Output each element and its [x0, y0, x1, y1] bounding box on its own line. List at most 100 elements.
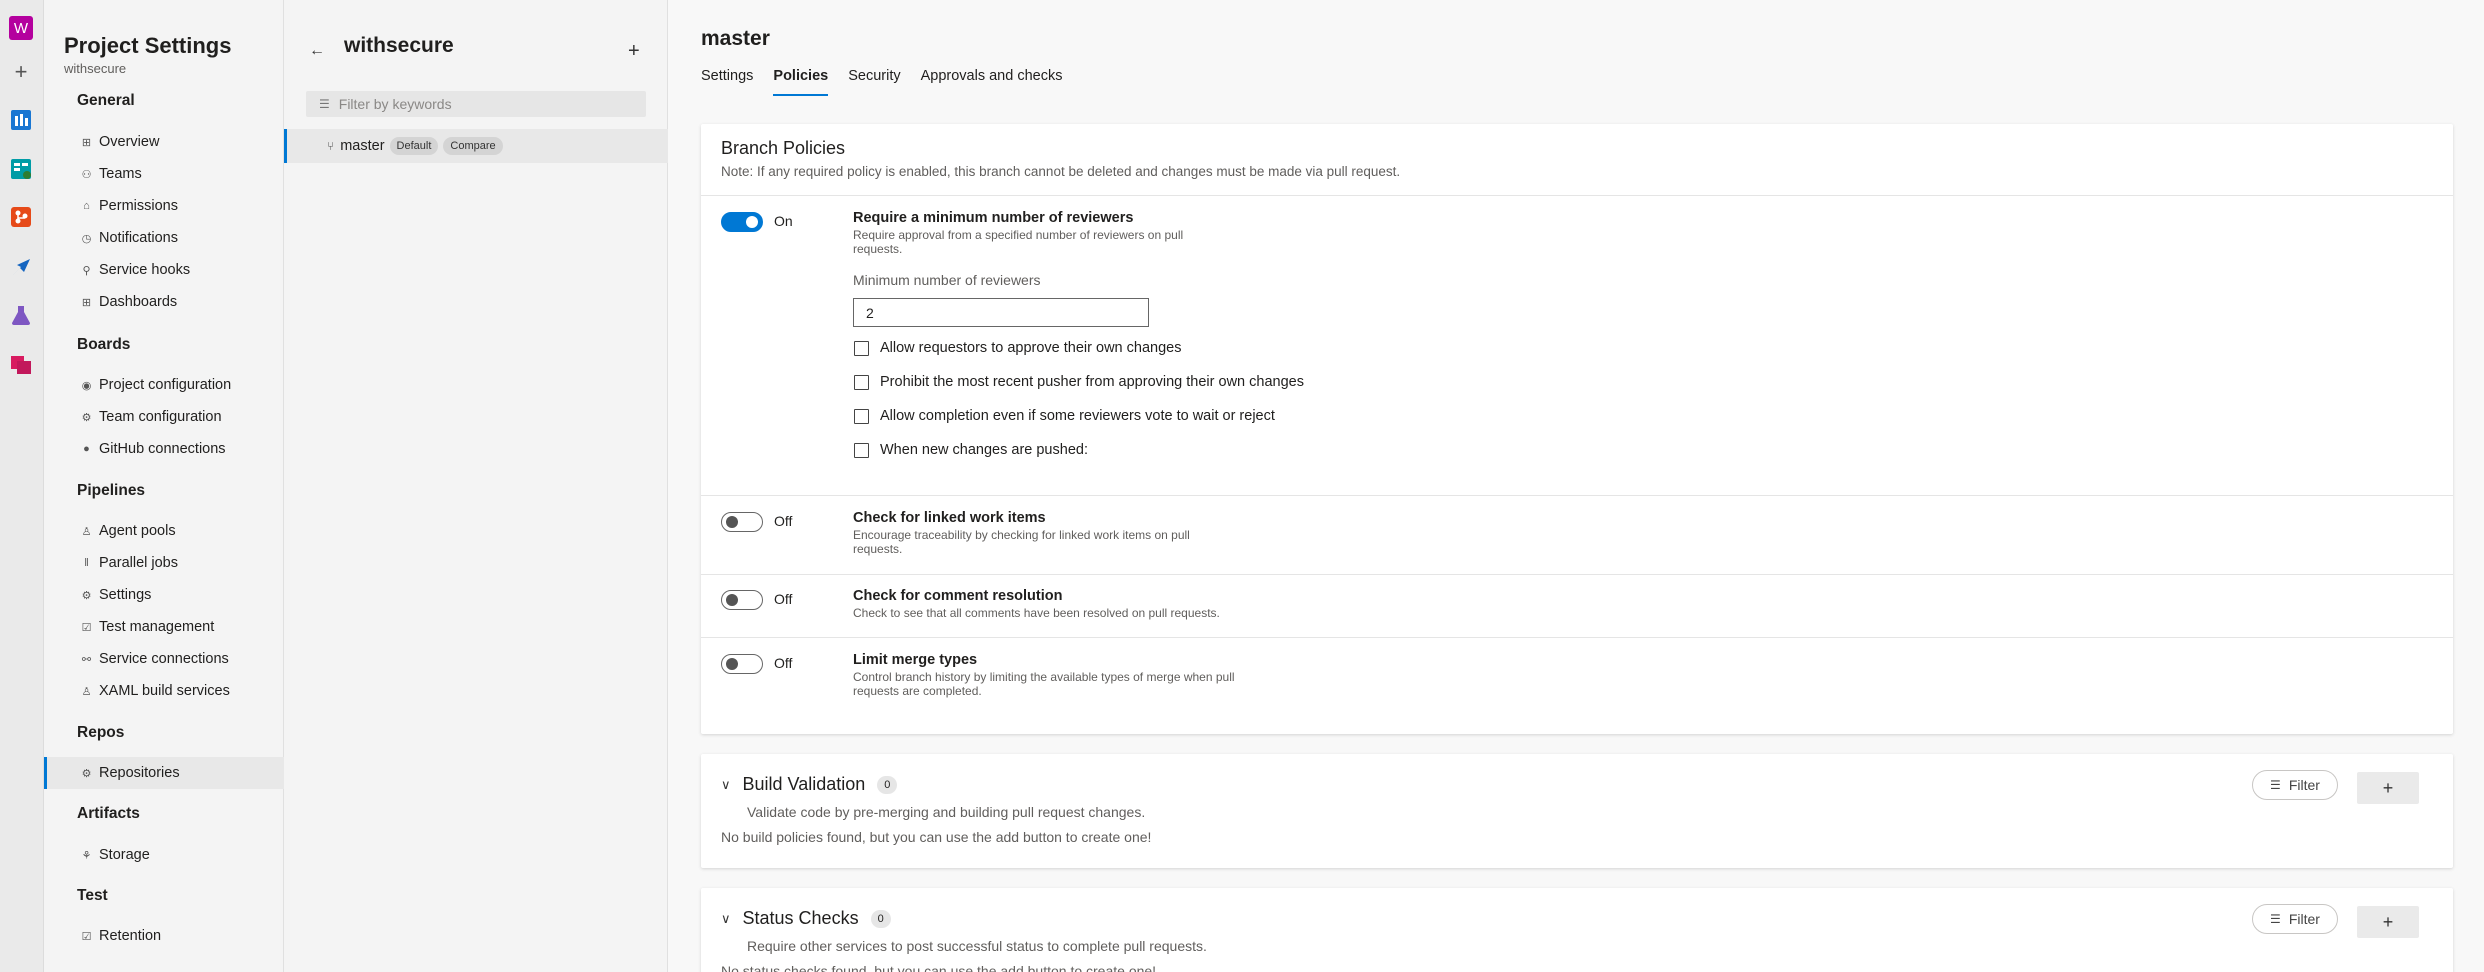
filter-icon: ☰	[2270, 778, 2281, 792]
overview-icon[interactable]	[9, 108, 33, 132]
status-checks-card: ∨ Status Checks 0 Require other services…	[701, 888, 2453, 972]
test-icon: ☑	[81, 621, 92, 634]
add-status-check-button[interactable]: +	[2357, 906, 2419, 938]
merge-types-state: Off	[774, 655, 793, 671]
linked-work-items-title: Check for linked work items	[853, 510, 1046, 526]
section-artifacts: Artifacts	[77, 805, 140, 822]
nav-item-service-connections[interactable]: ⚯ Service connections	[44, 643, 284, 675]
comment-resolution-state: Off	[774, 591, 793, 607]
dashboard-icon: ⊞	[81, 296, 92, 309]
retention-icon: ☑	[81, 930, 92, 943]
status-checks-header[interactable]: ∨ Status Checks 0	[721, 908, 891, 929]
min-reviewers-count-input[interactable]: 2	[853, 298, 1149, 327]
min-reviewers-desc: Require approval from a specified number…	[853, 228, 1184, 256]
branch-icon: ⑂	[327, 139, 335, 153]
comment-resolution-toggle[interactable]	[721, 590, 763, 610]
build-validation-filter-button[interactable]: ☰ Filter	[2252, 770, 2338, 800]
build-validation-desc: Validate code by pre-merging and buildin…	[747, 804, 1146, 820]
nav-item-retention[interactable]: ☑ Retention	[44, 920, 284, 952]
divider	[701, 637, 2453, 638]
org-avatar[interactable]: W	[9, 16, 33, 40]
repos-icon[interactable]	[9, 205, 33, 229]
allow-self-approve-checkbox[interactable]: Allow requestors to approve their own ch…	[853, 340, 1181, 356]
branch-filter-input[interactable]: ☰ Filter by keywords	[306, 91, 646, 117]
merge-types-toggle[interactable]	[721, 654, 763, 674]
allow-completion-checkbox[interactable]: Allow completion even if some reviewers …	[853, 408, 1275, 424]
back-arrow-icon[interactable]: ←	[309, 42, 325, 60]
branch-row-master[interactable]: ⑂ master Default Compare	[284, 129, 668, 163]
comment-resolution-desc: Check to see that all comments have been…	[853, 606, 1220, 620]
nav-item-xaml-build-services[interactable]: ♙ XAML build services	[44, 675, 284, 707]
nav-item-github-connections[interactable]: ● GitHub connections	[44, 433, 284, 465]
merge-types-title: Limit merge types	[853, 652, 978, 668]
branch-policies-note: Note: If any required policy is enabled,…	[721, 164, 1401, 179]
project-name: withsecure	[64, 61, 127, 76]
notification-icon: ◷	[81, 232, 92, 245]
nav-item-overview[interactable]: ⊞ Overview	[44, 126, 284, 158]
config-icon: ◉	[81, 379, 92, 392]
default-badge: Default	[389, 137, 439, 155]
section-repos: Repos	[77, 724, 125, 741]
divider	[701, 574, 2453, 575]
project-settings-nav: Project Settings withsecure General ⊞ Ove…	[44, 0, 284, 972]
compare-badge[interactable]: Compare	[443, 137, 503, 155]
nav-item-project-configuration[interactable]: ◉ Project configuration	[44, 369, 284, 401]
add-branch-button[interactable]: +	[628, 40, 640, 63]
teams-icon: ⚇	[81, 168, 92, 181]
pipelines-icon[interactable]	[9, 255, 33, 279]
comment-resolution-title: Check for comment resolution	[853, 588, 1063, 604]
linked-work-items-desc: Encourage traceability by checking for l…	[853, 528, 1190, 556]
team-config-icon: ⚙	[81, 411, 92, 424]
nav-item-agent-pools[interactable]: ♙ Agent pools	[44, 515, 284, 547]
nav-item-teams[interactable]: ⚇ Teams	[44, 158, 284, 190]
prohibit-pusher-approve-checkbox[interactable]: Prohibit the most recent pusher from app…	[853, 374, 1304, 390]
grid-icon: ⊞	[81, 136, 92, 149]
repository-pane: ← withsecure + ☰ Filter by keywords ⑂ ma…	[284, 0, 668, 972]
section-pipelines: Pipelines	[77, 482, 146, 499]
build-validation-header[interactable]: ∨ Build Validation 0	[721, 774, 898, 795]
section-test: Test	[77, 887, 108, 904]
linked-work-items-toggle[interactable]	[721, 512, 763, 532]
nav-item-storage[interactable]: ⚘ Storage	[44, 839, 284, 871]
add-build-policy-button[interactable]: +	[2357, 772, 2419, 804]
tab-approvals-and-checks[interactable]: Approvals and checks	[921, 68, 1063, 96]
storage-icon: ⚘	[81, 849, 92, 862]
status-checks-filter-button[interactable]: ☰ Filter	[2252, 904, 2338, 934]
app-rail: W +	[0, 0, 44, 972]
nav-item-dashboards[interactable]: ⊞ Dashboards	[44, 286, 284, 318]
nav-item-service-hooks[interactable]: ⚲ Service hooks	[44, 254, 284, 286]
chevron-down-icon[interactable]: ∨	[721, 911, 731, 927]
agent-icon: ♙	[81, 525, 92, 538]
nav-item-permissions[interactable]: ⌂ Permissions	[44, 190, 284, 222]
nav-item-parallel-jobs[interactable]: ‖ Parallel jobs	[44, 547, 284, 579]
new-project-button[interactable]: +	[9, 59, 33, 84]
build-validation-card: ∨ Build Validation 0 Validate code by pr…	[701, 754, 2453, 868]
status-checks-empty: No status checks found, but you can use …	[721, 963, 1157, 972]
min-reviewers-count-label: Minimum number of reviewers	[853, 272, 1041, 288]
github-icon: ●	[83, 443, 90, 455]
hook-icon: ⚲	[82, 264, 91, 277]
branch-policies-title: Branch Policies	[721, 138, 846, 158]
status-checks-desc: Require other services to post successfu…	[747, 938, 1207, 954]
branch-title: master	[701, 27, 770, 50]
min-reviewers-toggle[interactable]	[721, 212, 763, 232]
page-title: Project Settings	[64, 33, 232, 58]
artifacts-icon[interactable]	[9, 352, 33, 376]
build-icon: ♙	[81, 685, 92, 698]
divider	[701, 195, 2453, 196]
nav-item-test-management[interactable]: ☑ Test management	[44, 611, 284, 643]
link-icon: ⚯	[81, 653, 92, 666]
nav-item-repositories[interactable]: ⚙ Repositories	[44, 757, 284, 789]
tab-security[interactable]: Security	[848, 68, 900, 96]
chevron-down-icon[interactable]: ∨	[721, 777, 731, 793]
tab-settings[interactable]: Settings	[701, 68, 753, 96]
nav-item-settings[interactable]: ⚙ Settings	[44, 579, 284, 611]
test-plans-icon[interactable]	[9, 303, 33, 327]
nav-item-notifications[interactable]: ◷ Notifications	[44, 222, 284, 254]
tab-policies[interactable]: Policies	[773, 68, 829, 96]
parallel-icon: ‖	[84, 557, 89, 569]
new-changes-pushed-checkbox[interactable]: When new changes are pushed:	[853, 442, 1088, 458]
min-reviewers-state: On	[774, 213, 793, 229]
nav-item-team-configuration[interactable]: ⚙ Team configuration	[44, 401, 284, 433]
boards-icon[interactable]	[9, 157, 33, 181]
